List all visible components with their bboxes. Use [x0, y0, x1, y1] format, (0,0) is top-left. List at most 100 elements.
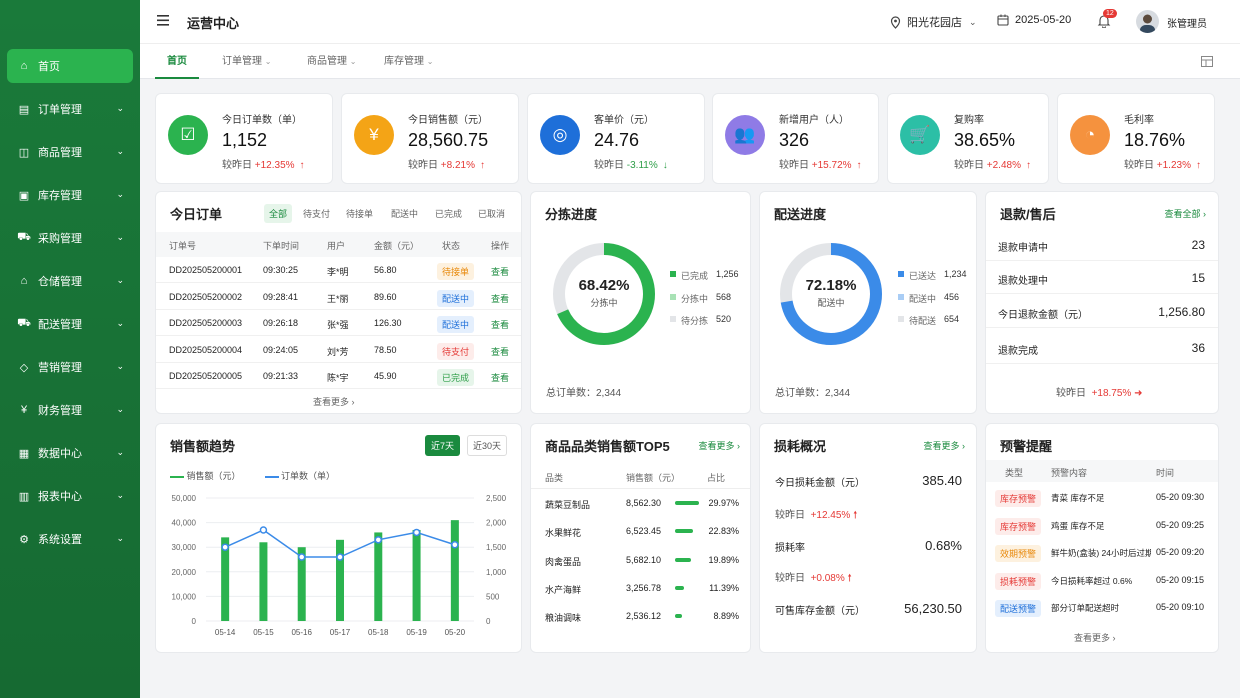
tab-products[interactable]: 商品管理 ⌄ — [307, 44, 356, 79]
cell-id: DD202505200004 — [169, 344, 243, 355]
view-order-link[interactable]: 查看 — [491, 371, 509, 384]
chevron-down-icon: ⌄ — [116, 533, 124, 543]
kpi-card: ◎ 客单价（元） 24.76 较昨日 -3.11% ↓ — [527, 93, 705, 184]
order-filter-tab[interactable]: 待接单 — [346, 207, 373, 220]
order-filter-tab[interactable]: 已完成 — [435, 207, 462, 220]
kpi-card: ¥ 今日销售额（元） 28,560.75 较昨日 +8.21% ↑ — [341, 93, 519, 184]
avatar[interactable] — [1136, 10, 1159, 33]
cell-time: 09:21:33 — [263, 371, 299, 381]
table-header: 订单号 — [169, 241, 197, 251]
cart-icon: 🛒 — [900, 115, 940, 155]
warehouse-icon: ⌂ — [20, 275, 28, 287]
legend-orders: 订单数（单） — [264, 469, 335, 482]
legend-value: 1,256 — [716, 269, 739, 279]
sidebar-item-label: 数据中心 — [38, 448, 82, 460]
alert-type-badge: 损耗预警 — [995, 572, 1042, 590]
y-left-tick: 0 — [192, 617, 197, 626]
view-more-link[interactable]: 查看更多 › — [1074, 631, 1116, 644]
notification-button[interactable]: 12 — [1097, 9, 1117, 30]
sidebar-item-11[interactable]: ⚙ 系统设置 ⌄ — [7, 522, 133, 556]
status-badge: 待支付 — [437, 342, 475, 360]
tab-home[interactable]: 首页 — [155, 44, 199, 79]
range-7d-button[interactable]: 近7天 — [425, 435, 461, 456]
refund-value: 1,256.80 — [1158, 305, 1205, 319]
alert-time: 05-20 09:20 — [1156, 547, 1205, 557]
legend-value: 568 — [716, 291, 732, 302]
table-header: 销售额（元） — [626, 473, 681, 483]
category-top5-card: 商品品类销售额TOP5 查看更多 › 品类 销售额（元） 占比 蔬菜豆制品 8,562.… — [530, 423, 751, 653]
chevron-down-icon: ⌄ — [116, 189, 124, 199]
user-name[interactable]: 张管理员 — [1167, 15, 1207, 30]
delivery-progress-card: 配送进度 72.18% 配送中 总订单数：2,344 已送达 1,234 配送中 45… — [759, 191, 977, 414]
order-filter-tab[interactable]: 待支付 — [303, 207, 330, 220]
x-tick: 05-16 — [291, 628, 312, 637]
category-amount: 3,256.78 — [626, 582, 662, 593]
sidebar-item-4[interactable]: ⛟ 采购管理 ⌄ — [7, 221, 133, 255]
tab-orders[interactable]: 订单管理 ⌄ — [222, 44, 271, 79]
cell-amount: 56.80 — [374, 265, 397, 275]
total-orders: 总订单数：2,344 — [546, 388, 622, 399]
sidebar-item-10[interactable]: ▥ 报表中心 ⌄ — [7, 479, 133, 513]
category-amount: 8,562.30 — [626, 498, 662, 508]
card-title: 商品品类销售额TOP5 — [545, 439, 670, 454]
sidebar-item-1[interactable]: ▤ 订单管理 ⌄ — [7, 92, 133, 126]
line-point — [374, 536, 383, 544]
home-icon: ⌂ — [20, 60, 28, 72]
view-order-link[interactable]: 查看 — [491, 265, 509, 278]
sidebar-item-2[interactable]: ◫ 商品管理 ⌄ — [7, 135, 133, 169]
view-all-link[interactable]: 查看全部 › — [1164, 207, 1206, 220]
view-order-link[interactable]: 查看 — [491, 292, 509, 305]
view-more-link[interactable]: 查看更多 › — [923, 439, 965, 452]
y-right-tick: 0 — [486, 617, 491, 626]
order-filter-tab[interactable]: 配送中 — [391, 207, 418, 220]
cell-time: 09:30:25 — [263, 265, 299, 275]
date-picker[interactable]: 2025-05-20 — [997, 14, 1071, 26]
sidebar-item-5[interactable]: ⌂ 仓储管理 ⌄ — [7, 264, 133, 298]
chevron-down-icon: ⌄ — [116, 232, 124, 242]
sidebar-item-3[interactable]: ▣ 库存管理 ⌄ — [7, 178, 133, 212]
order-filter-tab[interactable]: 已取消 — [478, 207, 505, 220]
sidebar-item-7[interactable]: ◇ 营销管理 ⌄ — [7, 350, 133, 384]
tab-inventory[interactable]: 库存管理 ⌄ — [384, 44, 433, 79]
table-header: 金额（元） — [374, 241, 420, 251]
y-left-tick: 40,000 — [172, 519, 197, 528]
sidebar-item-6[interactable]: ⛟ 配送管理 ⌄ — [7, 307, 133, 341]
sidebar-item-label: 营销管理 — [38, 362, 82, 374]
view-more-link[interactable]: 查看更多 › — [313, 395, 355, 408]
layout-icon[interactable] — [1201, 56, 1213, 70]
view-order-link[interactable]: 查看 — [491, 318, 509, 331]
legend-label: 已完成 — [681, 271, 709, 281]
sidebar-item-8[interactable]: ¥ 财务管理 ⌄ — [7, 393, 133, 427]
kpi-card: 👥 新增用户（人） 326 较昨日 +15.72% ↑ — [712, 93, 879, 184]
sorting-progress-card: 分拣进度 68.42% 分拣中 总订单数：2,344 已完成 1,256 分拣中 56… — [530, 191, 751, 414]
line-point — [336, 553, 344, 561]
sidebar-item-label: 订单管理 — [38, 104, 82, 116]
coins-icon: ◎ — [540, 115, 580, 155]
range-30d-button[interactable]: 近30天 — [467, 435, 508, 456]
line-point — [412, 528, 421, 537]
view-order-link[interactable]: 查看 — [491, 345, 509, 358]
chevron-down-icon: ⌄ — [116, 404, 124, 414]
donut-percent: 72.18% — [805, 277, 857, 294]
order-filter-tab[interactable]: 全部 — [264, 204, 293, 223]
y-right-tick: 1,500 — [486, 543, 507, 552]
category-share-bar — [675, 585, 685, 590]
sidebar-item-9[interactable]: ▦ 数据中心 ⌄ — [7, 436, 133, 470]
legend-value: 654 — [944, 314, 960, 324]
menu-toggle-icon[interactable] — [157, 15, 169, 29]
stock-amount-value: 56,230.50 — [904, 601, 962, 616]
legend-sales: 销售额（元） — [170, 469, 241, 482]
y-right-tick: 500 — [486, 592, 500, 601]
bag-icon: ◫ — [18, 146, 30, 159]
line-point — [297, 553, 306, 561]
kpi-compare: 较昨日 +15.72% ↑ — [779, 160, 862, 171]
sidebar-item-0[interactable]: ⌂ 首页 — [7, 49, 133, 83]
store-selector[interactable]: 阳光花园店 ⌄ — [890, 14, 977, 30]
legend-label: 待分拣 — [681, 316, 709, 326]
sidebar: ⌂ 首页 ▤ 订单管理 ⌄ ◫ 商品管理 ⌄ ▣ 库存管理 ⌄ ⛟ 采购管理 ⌄ ⌂ 仓储管理 ⌄ ⛟ 配送管理 ⌄ ◇… — [0, 0, 140, 698]
alert-type-badge: 库存预警 — [995, 517, 1042, 535]
bar — [450, 520, 459, 621]
view-more-link[interactable]: 查看更多 › — [698, 439, 740, 452]
category-pct: 11.39% — [709, 582, 739, 593]
cell-time: 09:26:18 — [263, 318, 299, 328]
